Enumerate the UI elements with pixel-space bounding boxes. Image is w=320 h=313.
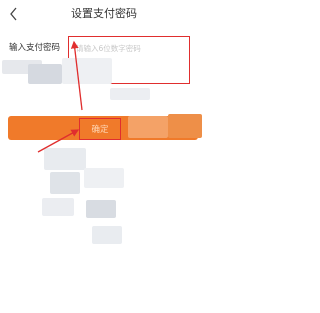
blurred-block	[44, 148, 86, 170]
blurred-block	[42, 198, 74, 216]
blurred-block	[50, 172, 80, 194]
blurred-block	[84, 168, 124, 188]
confirm-label: 确定	[91, 125, 109, 135]
blurred-block	[62, 58, 112, 84]
password-placeholder: 请输入6位数字密码	[76, 44, 141, 53]
page-title: 设置支付密码	[71, 7, 137, 20]
blurred-block	[110, 88, 150, 100]
blurred-block	[28, 64, 62, 84]
blurred-block	[128, 116, 168, 138]
blurred-block	[86, 200, 116, 218]
screen: 设置支付密码 输入支付密码 请输入6位数字密码 确定	[0, 0, 208, 313]
top-bar: 设置支付密码	[0, 0, 208, 30]
confirm-highlight-box[interactable]: 确定	[79, 118, 121, 140]
blurred-block	[168, 114, 202, 138]
password-label: 输入支付密码	[9, 43, 61, 53]
blurred-block	[92, 226, 122, 244]
